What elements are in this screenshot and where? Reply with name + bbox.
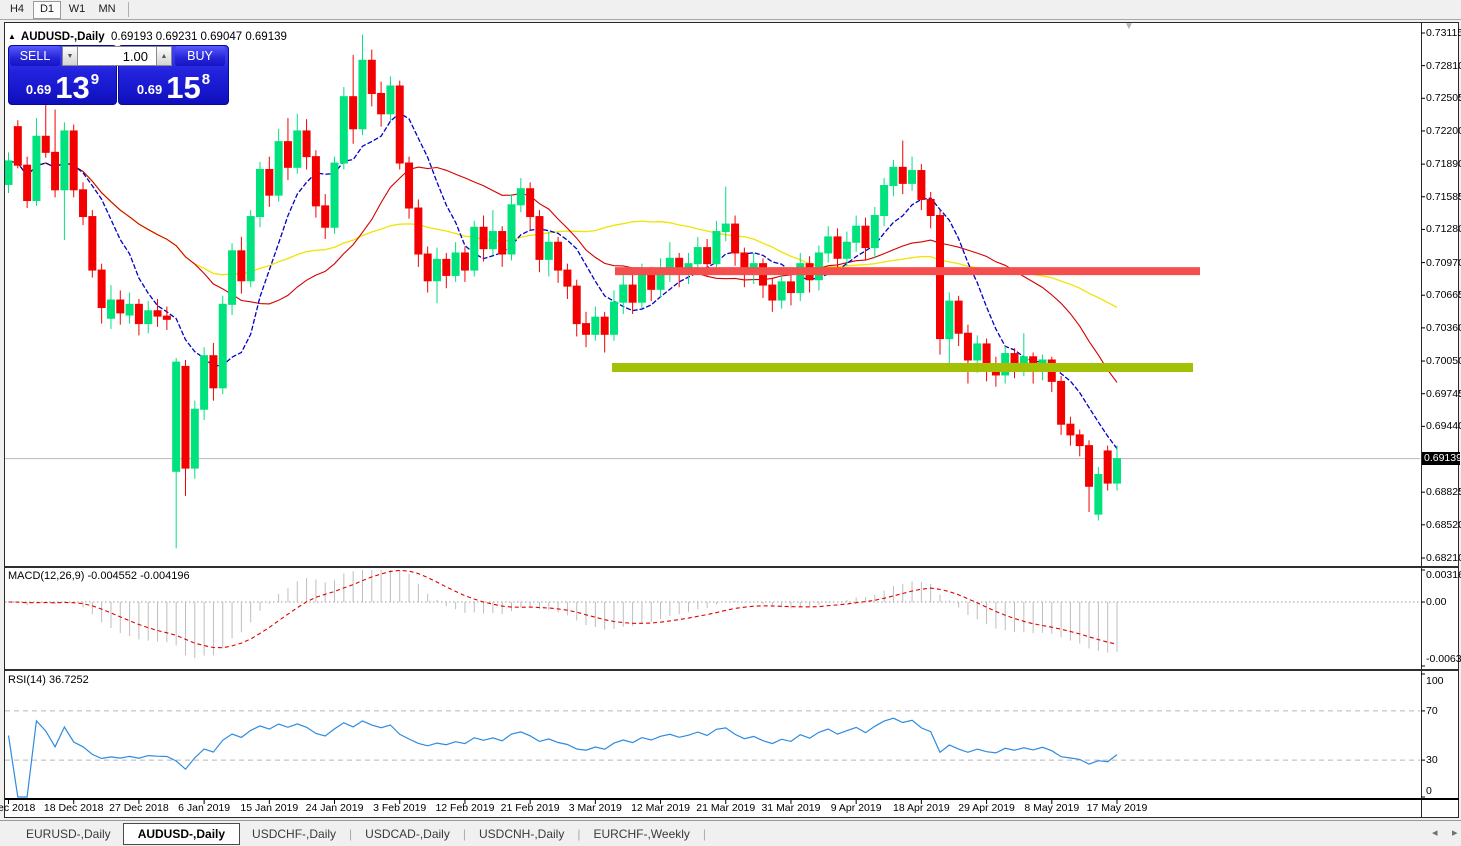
chart-tab-usdcad[interactable]: USDCAD-,Daily bbox=[353, 824, 462, 844]
price-axis-label: 0.72810 bbox=[1426, 60, 1461, 72]
timeframe-button-d1[interactable]: D1 bbox=[33, 1, 61, 19]
price-axis-label: 0.69440 bbox=[1426, 420, 1461, 432]
price-axis-label: 0.70050 bbox=[1426, 355, 1461, 367]
price-axis-label: 0.70970 bbox=[1426, 257, 1461, 269]
timeframe-toolbar: H4D1W1MN bbox=[0, 0, 1461, 20]
buy-price-sup: 8 bbox=[202, 71, 210, 88]
sell-price: 0.69 139 bbox=[9, 71, 116, 102]
ohlc-values: 0.69193 0.69231 0.69047 0.69139 bbox=[111, 31, 287, 43]
tab-scroll-right-icon[interactable]: ▸ bbox=[1452, 826, 1458, 839]
rsi-axis-70: 70 bbox=[1426, 705, 1438, 717]
date-axis-label: 17 May 2019 bbox=[1075, 802, 1159, 814]
rsi-label: RSI(14) 36.7252 bbox=[8, 674, 89, 686]
chart-title-row: ▲ AUDUSD-,Daily 0.69193 0.69231 0.69047 0… bbox=[8, 31, 287, 43]
price-axis-label: 0.72505 bbox=[1426, 92, 1461, 104]
macd-name: MACD(12,26,9) bbox=[8, 570, 84, 582]
panel-splitter-macd[interactable] bbox=[5, 566, 1459, 568]
price-axis-label: 0.68520 bbox=[1426, 519, 1461, 531]
panel-splitter-rsi[interactable] bbox=[5, 669, 1459, 671]
tab-separator: | bbox=[577, 827, 580, 841]
tab-scroll-left-icon[interactable]: ◂ bbox=[1432, 826, 1438, 839]
chart-tab-audusd[interactable]: AUDUSD-,Daily bbox=[123, 823, 240, 845]
volume-decrease-icon[interactable]: ▼ bbox=[62, 46, 78, 66]
chart-tab-eurchf[interactable]: EURCHF-,Weekly bbox=[581, 824, 701, 844]
timeframe-button-h4[interactable]: H4 bbox=[3, 1, 31, 19]
price-axis-label: 0.71890 bbox=[1426, 158, 1461, 170]
chart-tab-eurusd[interactable]: EURUSD-,Daily bbox=[14, 824, 123, 844]
sell-price-big: 13 bbox=[55, 73, 89, 102]
timeframe-button-w1[interactable]: W1 bbox=[63, 1, 91, 19]
toolbar-divider bbox=[128, 2, 129, 17]
rsi-axis-30: 30 bbox=[1426, 754, 1438, 766]
chart-tab-usdcnh[interactable]: USDCNH-,Daily bbox=[467, 824, 576, 844]
chart-tab-usdchf[interactable]: USDCHF-,Daily bbox=[240, 824, 348, 844]
timeframe-buttons: H4D1W1MN bbox=[3, 1, 123, 19]
price-axis-label: 0.73115 bbox=[1426, 27, 1461, 39]
price-axis-label: 0.69745 bbox=[1426, 388, 1461, 400]
sell-price-small: 0.69 bbox=[26, 82, 51, 97]
sell-price-sup: 9 bbox=[91, 71, 99, 88]
timeframe-button-mn[interactable]: MN bbox=[93, 1, 121, 19]
date-axis-border bbox=[5, 798, 1459, 800]
rsi-name: RSI(14) bbox=[8, 674, 46, 686]
tab-separator: | bbox=[349, 827, 352, 841]
price-axis-label: 0.70360 bbox=[1426, 322, 1461, 334]
buy-price-small: 0.69 bbox=[137, 82, 162, 97]
price-axis-label: 0.68210 bbox=[1426, 552, 1461, 564]
one-click-trading-panel: 0.69 139 0.69 158 SELL BUY ▼ ▲ bbox=[8, 44, 227, 104]
macd-axis-zero: 0.00 bbox=[1426, 596, 1446, 608]
price-axis-label: 0.72200 bbox=[1426, 125, 1461, 137]
chart-shift-marker-icon[interactable]: ▼ bbox=[1124, 21, 1134, 32]
price-axis-border bbox=[1421, 23, 1422, 818]
symbol-title: AUDUSD-,Daily bbox=[21, 31, 105, 43]
macd-values: -0.004552 -0.004196 bbox=[87, 570, 189, 582]
collapse-icon[interactable]: ▲ bbox=[8, 32, 16, 41]
buy-price-big: 15 bbox=[166, 73, 200, 102]
rsi-value: 36.7252 bbox=[49, 674, 89, 686]
macd-label: MACD(12,26,9) -0.004552 -0.004196 bbox=[8, 570, 190, 582]
volume-input[interactable] bbox=[78, 46, 156, 66]
tab-separator: | bbox=[703, 827, 706, 841]
sell-button[interactable]: SELL bbox=[10, 46, 60, 66]
rsi-axis-100: 100 bbox=[1426, 675, 1444, 687]
chart-tabs: EURUSD-,DailyAUDUSD-,DailyUSDCHF-,Daily|… bbox=[14, 823, 707, 845]
price-axis-label: 0.68825 bbox=[1426, 486, 1461, 498]
chart-tab-bar: EURUSD-,DailyAUDUSD-,DailyUSDCHF-,Daily|… bbox=[0, 820, 1461, 846]
buy-price: 0.69 158 bbox=[119, 71, 228, 102]
price-axis-label: 0.70665 bbox=[1426, 289, 1461, 301]
price-axis-label: 0.71280 bbox=[1426, 223, 1461, 235]
macd-axis-bottom: -0.006317 bbox=[1426, 653, 1461, 665]
rsi-axis-0: 0 bbox=[1426, 785, 1432, 797]
price-axis-label: 0.71585 bbox=[1426, 191, 1461, 203]
volume-spinner: ▼ ▲ bbox=[62, 46, 172, 66]
chart-window[interactable] bbox=[4, 22, 1459, 818]
tab-separator: | bbox=[463, 827, 466, 841]
current-price-tag: 0.69139 bbox=[1422, 452, 1460, 465]
volume-increase-icon[interactable]: ▲ bbox=[156, 46, 172, 66]
macd-axis-top: 0.003164 bbox=[1426, 569, 1461, 581]
buy-button[interactable]: BUY bbox=[175, 46, 225, 66]
